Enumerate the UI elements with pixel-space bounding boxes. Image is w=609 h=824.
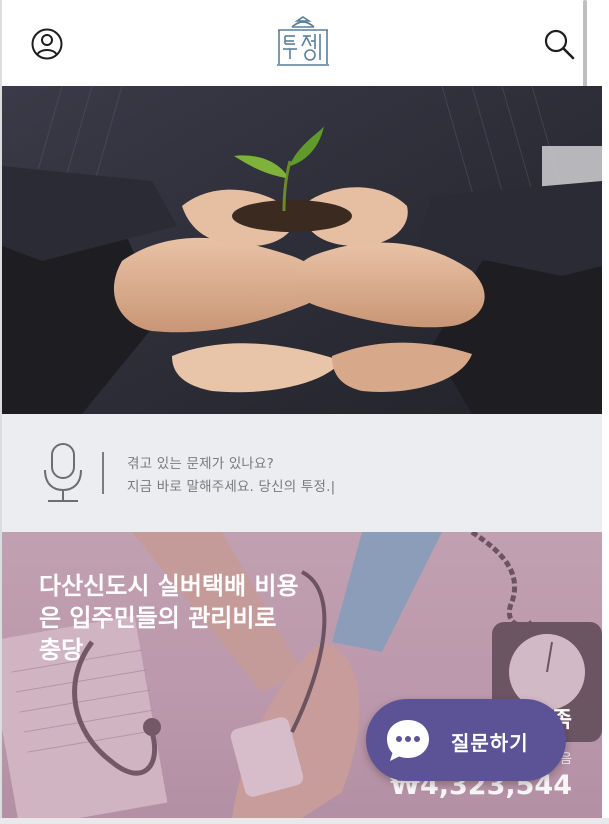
tujeong-logo-icon [277,16,329,66]
user-circle-icon [31,28,63,60]
voice-prompt-instruction: 지금 바로 말해주세요. 당신의 투정.| [127,475,335,495]
voice-input-prompt[interactable]: 겪고 있는 문제가 있나요? 지금 바로 말해주세요. 당신의 투정.| [2,414,602,532]
top-header [2,0,583,86]
voice-divider [102,452,104,494]
article-title[interactable]: 다산신도시 실버택배 비용은 입주민들의 관리비로 충당 [39,570,299,666]
ask-question-button[interactable]: 질문하기 [366,699,566,781]
user-profile-button[interactable] [30,27,64,61]
voice-prompt-instruction-text: 지금 바로 말해주세요. 당신의 투정. [127,479,331,495]
chat-bubble-dots-icon [387,720,429,761]
voice-prompt-question: 겪고 있는 문제가 있나요? [127,456,275,472]
microphone-icon [44,443,82,502]
hands-holding-seedling-image [2,86,602,414]
ask-question-label: 질문하기 [451,731,529,755]
search-button[interactable] [542,27,576,61]
tujeong-logo[interactable] [274,14,332,70]
search-icon [544,29,575,60]
text-caret: | [330,479,336,495]
bottom-edge [0,818,609,824]
app-frame: 겪고 있는 문제가 있나요? 지금 바로 말해주세요. 당신의 투정.| 다산신… [0,0,609,824]
hero-banner-image [2,86,602,414]
